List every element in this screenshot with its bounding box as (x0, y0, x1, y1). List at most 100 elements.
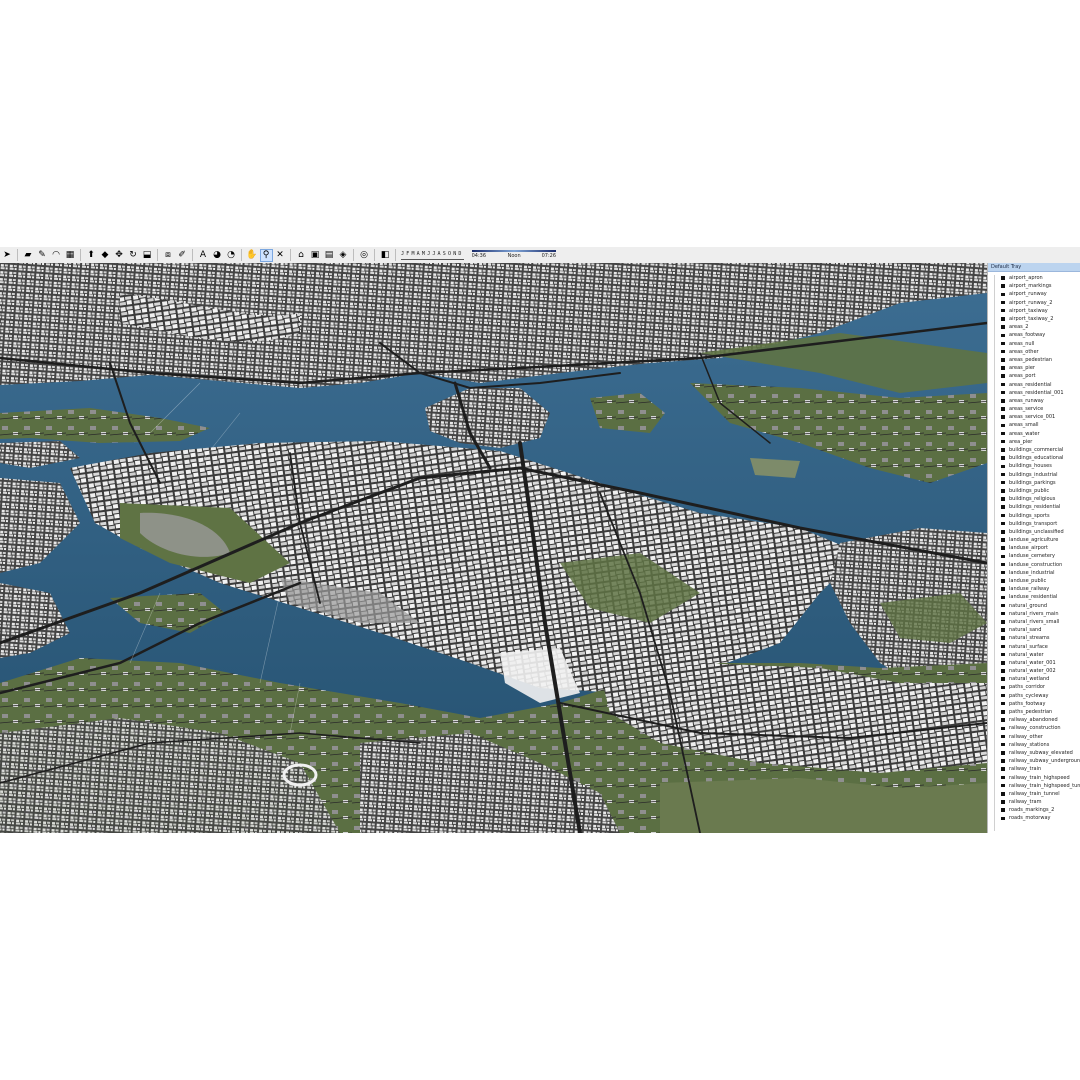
layer-visibility-icon[interactable] (1001, 775, 1005, 780)
layer-item[interactable]: buildings_commercial (988, 446, 1080, 454)
layer-visibility-icon[interactable] (1001, 783, 1005, 788)
layer-item[interactable]: landuse_airport (988, 544, 1080, 552)
layer-visibility-icon[interactable] (1001, 407, 1005, 411)
layer-visibility-icon[interactable] (1001, 751, 1005, 755)
layer-item[interactable]: natural_streams (988, 634, 1080, 642)
layer-item[interactable]: roads_motorway (988, 814, 1080, 822)
layer-visibility-icon[interactable] (1001, 497, 1005, 501)
shadow-date-slider[interactable]: JFMAMJJASOND (401, 251, 464, 260)
layer-visibility-icon[interactable] (1001, 431, 1005, 436)
date-slider-track[interactable] (401, 259, 464, 260)
tape-measure-icon[interactable]: ✐ (177, 250, 188, 261)
layer-item[interactable]: areas_service_001 (988, 413, 1080, 421)
layer-visibility-icon[interactable] (1001, 390, 1005, 395)
layer-visibility-icon[interactable] (1001, 513, 1005, 518)
layer-item[interactable]: buildings_public (988, 487, 1080, 495)
pencil-line-icon[interactable]: ✎ (37, 250, 48, 261)
layer-item[interactable]: natural_water_002 (988, 667, 1080, 675)
layer-item[interactable]: natural_sand (988, 626, 1080, 634)
rotate-icon[interactable]: ↻ (128, 250, 139, 261)
push-pull-icon[interactable]: ⬆ (86, 250, 97, 261)
time-slider-track[interactable] (471, 250, 556, 252)
layer-visibility-icon[interactable] (1001, 693, 1005, 698)
scale-icon[interactable]: ⬓ (142, 250, 153, 261)
layer-item[interactable]: railway_other (988, 733, 1080, 741)
layer-item[interactable]: landuse_public (988, 577, 1080, 585)
layer-visibility-icon[interactable] (1001, 300, 1005, 305)
layer-item[interactable]: airport_taxiway_2 (988, 315, 1080, 323)
layer-visibility-icon[interactable] (1001, 603, 1005, 608)
layer-item[interactable]: natural_surface (988, 642, 1080, 650)
layer-item[interactable]: areas_runway (988, 397, 1080, 405)
shadows-toggle-icon[interactable]: ◧ (380, 250, 391, 261)
layer-visibility-icon[interactable] (1001, 317, 1005, 321)
layer-visibility-icon[interactable] (1001, 710, 1005, 714)
layer-visibility-icon[interactable] (1001, 538, 1005, 542)
layer-item[interactable]: paths_corridor (988, 683, 1080, 691)
city-model-render[interactable] (0, 263, 987, 833)
layer-item[interactable]: paths_cycleway (988, 692, 1080, 700)
layer-item[interactable]: paths_footway (988, 700, 1080, 708)
layer-item[interactable]: natural_ground (988, 602, 1080, 610)
layer-visibility-icon[interactable] (1001, 415, 1005, 419)
layer-visibility-icon[interactable] (1001, 767, 1005, 771)
layer-visibility-icon[interactable] (1001, 759, 1005, 763)
layer-visibility-icon[interactable] (1001, 276, 1005, 280)
move-icon[interactable]: ✥ (114, 250, 125, 261)
layer-visibility-icon[interactable] (1001, 685, 1005, 690)
layer-item[interactable]: railway_subway_elevated (988, 749, 1080, 757)
layer-item[interactable]: natural_wetland (988, 675, 1080, 683)
layer-item[interactable]: landuse_construction (988, 561, 1080, 569)
layer-visibility-icon[interactable] (1001, 661, 1005, 665)
account-icon[interactable]: ◎ (359, 250, 370, 261)
layer-item[interactable]: areas_residential_001 (988, 389, 1080, 397)
layer-item[interactable]: buildings_religious (988, 495, 1080, 503)
layer-item[interactable]: areas_residential (988, 380, 1080, 388)
layer-item[interactable]: railway_tram (988, 798, 1080, 806)
3d-viewport[interactable] (0, 263, 987, 833)
layer-visibility-icon[interactable] (1001, 349, 1005, 354)
layer-visibility-icon[interactable] (1001, 308, 1005, 313)
layer-visibility-icon[interactable] (1001, 636, 1005, 640)
layer-visibility-icon[interactable] (1001, 611, 1005, 616)
layer-item[interactable]: area_pier (988, 438, 1080, 446)
paint-bucket-icon[interactable]: ◕ (212, 250, 223, 261)
extension-icon[interactable]: ▤ (324, 250, 335, 261)
select-arrow-icon[interactable]: ➤ (2, 250, 13, 261)
follow-me-icon[interactable]: ◆ (100, 250, 111, 261)
layer-visibility-icon[interactable] (1001, 521, 1005, 526)
layer-visibility-icon[interactable] (1001, 587, 1005, 591)
layer-item[interactable]: buildings_educational (988, 454, 1080, 462)
layer-visibility-icon[interactable] (1001, 439, 1005, 444)
layer-visibility-icon[interactable] (1001, 677, 1005, 681)
layer-item[interactable]: airport_taxiway (988, 307, 1080, 315)
layer-visibility-icon[interactable] (1001, 399, 1005, 403)
rectangle-icon[interactable]: ▦ (65, 250, 76, 261)
layer-item[interactable]: areas_2 (988, 323, 1080, 331)
ruby-icon[interactable]: ◈ (338, 250, 349, 261)
layer-visibility-icon[interactable] (1001, 726, 1005, 730)
layer-visibility-icon[interactable] (1001, 325, 1005, 329)
layer-visibility-icon[interactable] (1001, 816, 1005, 821)
layer-visibility-icon[interactable] (1001, 480, 1005, 485)
eraser-icon[interactable]: ▰ (23, 250, 34, 261)
month-tick[interactable]: D (458, 251, 463, 257)
layer-visibility-icon[interactable] (1001, 341, 1005, 346)
layer-item[interactable]: areas_other (988, 348, 1080, 356)
offset-icon[interactable]: ⧈ (163, 250, 174, 261)
layer-item[interactable]: natural_rivers_small (988, 618, 1080, 626)
layer-visibility-icon[interactable] (1001, 423, 1005, 428)
layer-item[interactable]: buildings_parkings (988, 479, 1080, 487)
layer-item[interactable]: areas_small (988, 421, 1080, 429)
pan-icon[interactable]: ✋ (246, 250, 257, 261)
layer-item[interactable]: railway_stations (988, 741, 1080, 749)
layer-visibility-icon[interactable] (1001, 489, 1005, 493)
layer-visibility-icon[interactable] (1001, 554, 1005, 559)
layer-item[interactable]: airport_runway (988, 290, 1080, 298)
layer-visibility-icon[interactable] (1001, 628, 1005, 632)
layer-item[interactable]: landuse_railway (988, 585, 1080, 593)
layer-visibility-icon[interactable] (1001, 800, 1005, 804)
layer-visibility-icon[interactable] (1001, 546, 1005, 550)
layer-item[interactable]: railway_train_tunnel (988, 790, 1080, 798)
layer-item[interactable]: buildings_sports (988, 511, 1080, 519)
